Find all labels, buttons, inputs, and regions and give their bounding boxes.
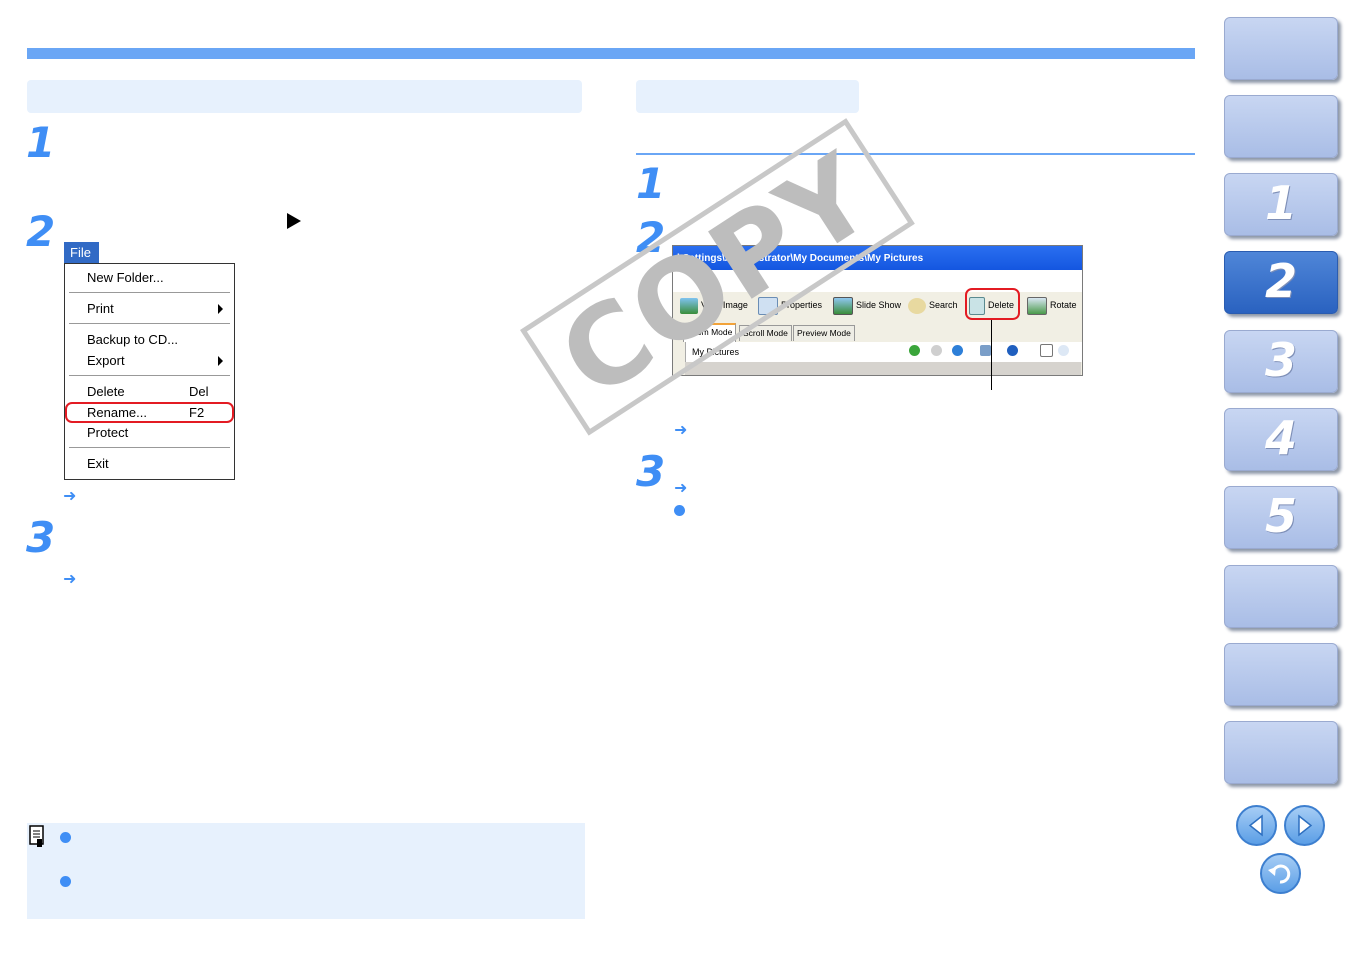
delete-highlight [965,288,1020,320]
result-arrow-icon: ➜ [674,420,688,439]
search-button[interactable]: Search [908,296,958,320]
result-arrow-icon: ➜ [674,478,688,497]
pointer-icon[interactable] [1040,344,1053,357]
rotate-icon [1027,296,1047,315]
menu-item-print[interactable]: Print [87,301,114,316]
callout-line [991,320,992,390]
rename-highlight [65,402,234,423]
next-page-button[interactable] [1284,805,1325,846]
play-triangle-icon [287,213,301,229]
nav-introduction[interactable] [1224,95,1338,158]
menu-item-delete[interactable]: Delete [87,384,125,399]
nav-reference[interactable] [1224,565,1338,628]
file-menu-tab[interactable]: File [64,242,99,264]
nav-chapter-4[interactable]: 4 [1224,408,1338,471]
right-section-rule [636,153,1195,155]
file-menu: New Folder... Print Backup to CD... Expo… [64,263,235,480]
menu-separator [69,323,230,324]
left-step-1: 1 [26,118,56,167]
left-section-header [27,80,582,113]
view-options-icon[interactable] [980,345,991,356]
result-arrow-icon: ➜ [63,486,77,505]
chevron-right-icon [1298,814,1313,837]
note-box [27,823,585,919]
menu-item-new-folder[interactable]: New Folder... [87,270,164,285]
rotate-button[interactable]: Rotate [1027,296,1077,320]
back-icon[interactable] [909,345,920,356]
nav-chapter-2[interactable]: 2 [1224,251,1338,314]
menu-item-export[interactable]: Export [87,353,125,368]
nav-contents[interactable] [1224,17,1338,80]
chevron-left-icon [1248,814,1263,837]
right-section-header [636,80,859,113]
right-step-1: 1 [636,159,666,208]
search-icon [908,297,926,314]
zoom-icon[interactable] [1058,345,1069,356]
menu-item-protect[interactable]: Protect [87,425,128,440]
submenu-arrow-icon [218,356,223,366]
folder-bar: My Pictures [685,342,1082,362]
slideshow-icon [833,296,853,315]
menu-shortcut-delete: Del [189,384,209,399]
header-rule [27,48,1195,59]
previous-page-button[interactable] [1236,805,1277,846]
result-arrow-icon: ➜ [63,569,77,588]
nav-appendix[interactable] [1224,643,1338,706]
tab-preview-mode[interactable]: Preview Mode [793,325,855,341]
nav-chapter-5[interactable]: 5 [1224,486,1338,549]
menu-item-backup[interactable]: Backup to CD... [87,332,178,347]
menu-item-exit[interactable]: Exit [87,456,109,471]
return-button[interactable] [1260,853,1301,894]
info-icon[interactable] [1007,345,1018,356]
nav-index[interactable] [1224,721,1338,784]
right-step-3: 3 [636,447,666,496]
note-bullet [60,876,71,887]
forward-icon[interactable] [931,345,942,356]
up-icon[interactable] [952,345,963,356]
step-bullet [674,505,685,516]
nav-chapter-1[interactable]: 1 [1224,173,1338,236]
slide-show-button[interactable]: Slide Show [833,296,901,320]
left-step-2: 2 [26,207,56,256]
menu-separator [69,292,230,293]
nav-chapter-3[interactable]: 3 [1224,330,1338,393]
left-step-3: 3 [26,513,56,562]
submenu-arrow-icon [218,304,223,314]
menu-separator [69,447,230,448]
return-icon [1268,864,1291,884]
note-bullet [60,832,71,843]
memo-icon [29,825,45,848]
menu-separator [69,375,230,376]
